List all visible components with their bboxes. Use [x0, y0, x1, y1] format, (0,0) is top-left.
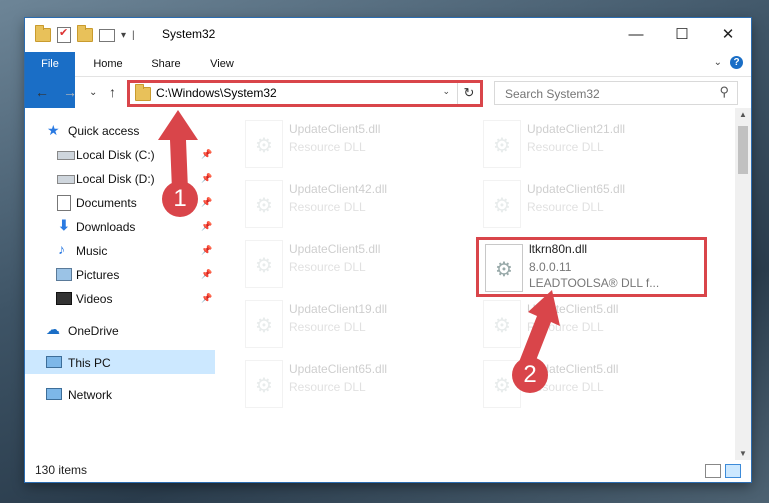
annotation-arrows [158, 110, 560, 368]
step-1-badge: 1 [162, 181, 198, 217]
step-2-badge: 2 [512, 357, 548, 393]
arrow-2 [519, 290, 560, 368]
arrow-1 [158, 110, 198, 190]
